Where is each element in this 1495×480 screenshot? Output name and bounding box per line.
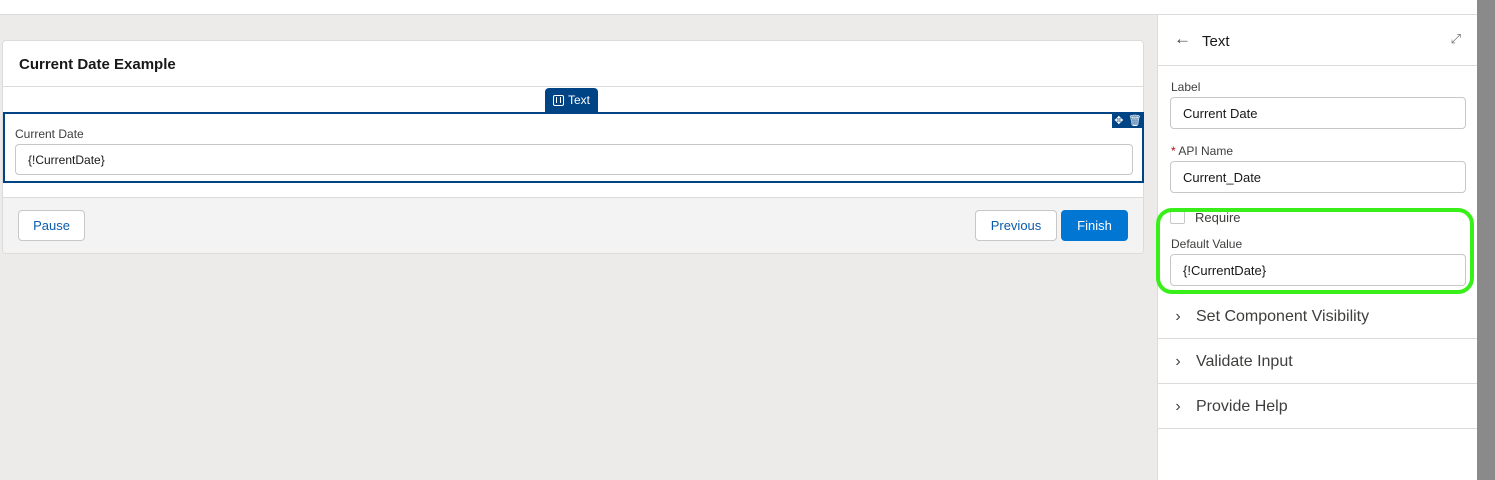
properties-panel: ← Text ⤢ Label Current Date * API Name C… (1156, 15, 1477, 480)
divider (3, 86, 1143, 87)
label-input[interactable]: Current Date (1170, 97, 1466, 129)
move-icon[interactable]: ✥ (1114, 114, 1123, 127)
component-tag[interactable]: Text (545, 88, 599, 112)
back-arrow-icon[interactable]: ← (1174, 29, 1191, 49)
section-label: Set Component Visibility (1196, 307, 1370, 325)
section-provide-help[interactable]: › Provide Help (1158, 385, 1477, 429)
component-actions: ✥ 🗑 (1112, 112, 1144, 128)
finish-button[interactable]: Finish (1061, 210, 1128, 241)
top-bar (0, 0, 1477, 15)
default-value-input[interactable]: {!CurrentDate} (1170, 254, 1466, 286)
component-field-label: Current Date (15, 127, 84, 141)
require-label: Require (1195, 210, 1241, 225)
previous-button[interactable]: Previous (975, 210, 1057, 241)
label-caption: Label (1171, 80, 1201, 94)
screen-title: Current Date Example (19, 56, 176, 73)
section-label: Validate Input (1196, 352, 1293, 370)
flow-canvas: Current Date Example Text ✥ 🗑 Current Da… (0, 15, 1156, 480)
scrollbar[interactable] (1477, 0, 1495, 480)
api-name-caption: * API Name (1171, 144, 1233, 158)
screen-footer: Pause Previous Finish (3, 197, 1143, 253)
screen-card: Current Date Example Text ✥ 🗑 Current Da… (2, 40, 1144, 254)
panel-header: ← Text ⤢ (1158, 15, 1477, 66)
api-name-input[interactable]: Current_Date (1170, 161, 1466, 193)
panel-title: Text (1202, 33, 1230, 50)
chevron-right-icon: › (1175, 307, 1181, 325)
required-star: * (1171, 144, 1176, 158)
trash-icon[interactable]: 🗑 (1128, 114, 1142, 127)
pause-button[interactable]: Pause (18, 210, 85, 241)
default-value-caption: Default Value (1171, 237, 1243, 251)
section-label: Provide Help (1196, 397, 1288, 415)
section-set-component-visibility[interactable]: › Set Component Visibility (1158, 295, 1477, 339)
expand-icon[interactable]: ⤢ (1451, 31, 1461, 47)
section-validate-input[interactable]: › Validate Input (1158, 340, 1477, 384)
chevron-right-icon: › (1175, 397, 1181, 415)
text-component-icon (553, 94, 564, 106)
component-field-input[interactable]: {!CurrentDate} (15, 144, 1133, 175)
api-name-caption-text: API Name (1178, 144, 1234, 158)
chevron-right-icon: › (1175, 352, 1181, 370)
require-checkbox[interactable] (1170, 209, 1185, 224)
text-component[interactable]: ✥ 🗑 Current Date {!CurrentDate} (3, 112, 1144, 183)
component-tag-label: Text (568, 93, 591, 107)
